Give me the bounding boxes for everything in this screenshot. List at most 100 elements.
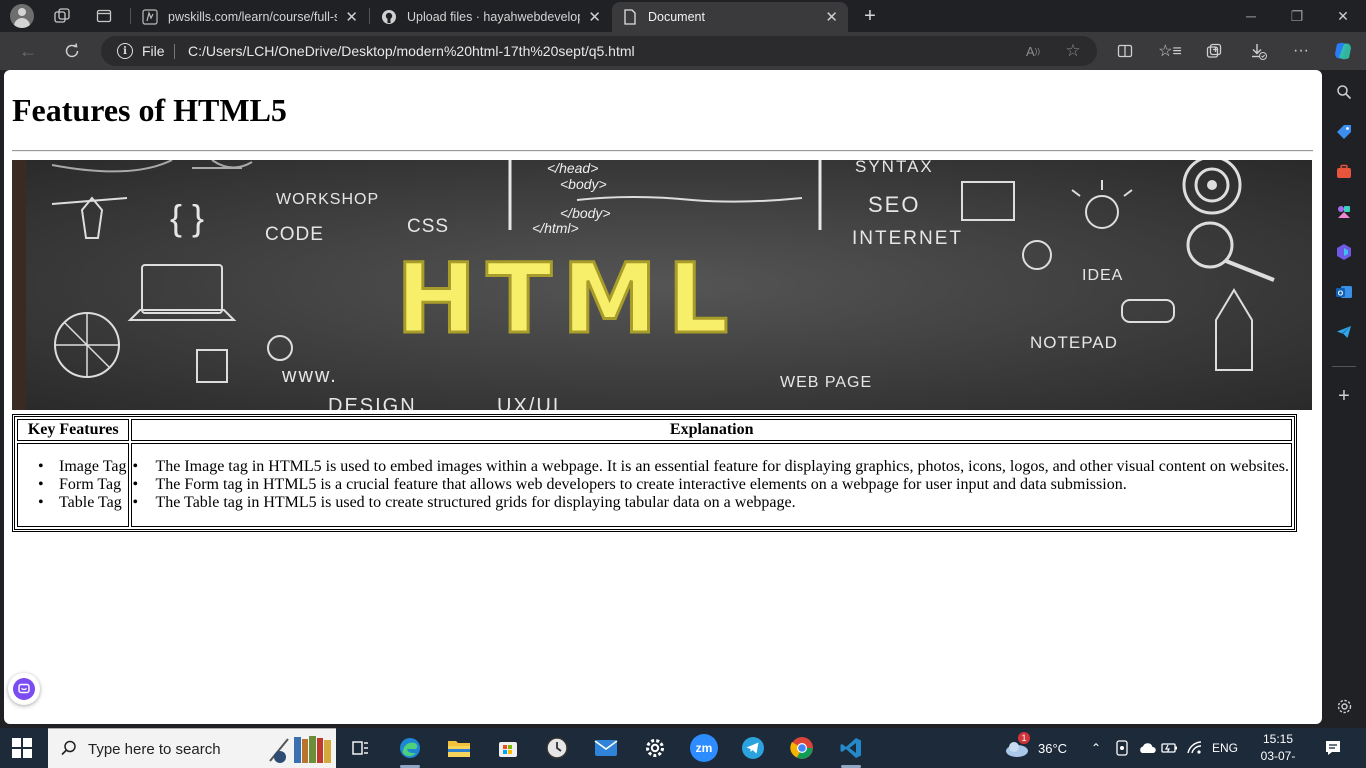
profile-avatar-icon[interactable] [10,4,34,28]
meet-now-icon[interactable] [1115,728,1129,768]
vscode-icon[interactable] [837,734,865,768]
horizontal-rule [12,150,1313,152]
search-icon [60,739,78,762]
weather-widget[interactable]: 1 36°C [1004,728,1067,768]
banner-word-code: CODE [265,224,324,245]
restore-icon[interactable]: ❐ [1274,0,1320,32]
taskbar-search-box[interactable]: Type here to search [48,728,336,768]
tab-document[interactable]: Document ✕ [612,2,848,32]
chat-assistant-bubble[interactable] [8,673,40,705]
windows-taskbar: Type here to search zm 1 36°C ⌃ ENG 15:1… [0,728,1366,768]
tab-close-icon[interactable]: ✕ [825,8,838,26]
banner-word-design: DESIGN [328,395,417,410]
tab-title: Upload files · hayahwebdevelopm [407,10,581,24]
sidebar-settings-gear-icon[interactable] [1334,696,1354,716]
favorites-icon[interactable]: ☆≡ [1157,39,1183,63]
show-hidden-icons-chevron-icon[interactable]: ⌃ [1091,728,1101,768]
key-features-cell: Image Tag Form Tag Table Tag [17,443,130,527]
outlook-icon[interactable]: O [1334,282,1354,302]
banner-word-webpage: WEB PAGE [780,374,872,391]
onedrive-cloud-icon[interactable] [1138,728,1156,768]
title-bar: pwskills.com/learn/course/full-st ✕ Uplo… [0,0,1366,32]
mail-icon[interactable] [592,734,620,762]
clock-time: 15:15 [1262,732,1294,746]
tab-title: Document [648,10,705,24]
table-header-row: Key Features Explanation [17,419,1292,441]
address-bar[interactable]: i File C:/Users/LCH/OneDrive/Desktop/mod… [101,36,1097,66]
add-sidebar-app-icon[interactable]: + [1334,385,1354,407]
header-key-features: Key Features [17,419,130,441]
taskbar-clock[interactable]: 15:15 03-07-2024 [1248,731,1308,768]
search-highlight-books-icon [269,736,331,763]
collections-icon[interactable] [1201,39,1227,63]
minimize-icon[interactable]: ─ [1228,0,1274,32]
banner-code-head: </head> [547,160,598,176]
tab-actions-icon[interactable] [92,4,116,28]
banner-word-syntax: SYNTAX [855,160,934,176]
banner-word-internet: INTERNET [852,228,963,249]
list-item: The Table tag in HTML5 is used to create… [132,494,1289,512]
tools-briefcase-icon[interactable] [1334,162,1354,182]
refresh-icon[interactable] [59,39,85,63]
back-arrow-icon[interactable]: ← [15,39,41,63]
banner-word-idea: IDEA [1082,267,1123,284]
tab-pwskills[interactable]: pwskills.com/learn/course/full-st ✕ [132,2,368,32]
notification-center-icon[interactable] [1324,728,1342,768]
explanation-list: The Image tag in HTML5 is used to embed … [132,458,1289,512]
tab-close-icon[interactable]: ✕ [588,8,601,26]
banner-word-notepad: NOTEPAD [1030,333,1118,352]
settings-more-icon[interactable]: ··· [1288,39,1314,63]
settings-gear-icon[interactable] [641,734,669,762]
task-view-icon[interactable] [346,734,374,762]
banner-word-workshop: WORKSHOP [276,191,379,208]
site-info-icon[interactable]: i [117,43,133,59]
split-screen-icon[interactable] [1112,39,1138,63]
tab-close-icon[interactable]: ✕ [345,8,358,26]
list-item: Form Tag [28,476,126,494]
microsoft-store-icon[interactable] [494,734,522,762]
features-table: Key Features Explanation Image Tag Form … [12,414,1297,532]
m365-icon[interactable] [1334,242,1354,262]
workspaces-icon[interactable] [50,4,74,28]
tab-github-upload[interactable]: Upload files · hayahwebdevelopm ✕ [371,2,611,32]
table-row: Image Tag Form Tag Table Tag The Image t… [17,443,1292,527]
edge-taskbar-icon[interactable] [396,734,424,768]
language-indicator[interactable]: ENG [1212,728,1238,768]
address-url[interactable]: C:/Users/LCH/OneDrive/Desktop/modern%20h… [188,43,635,59]
explanation-cell: The Image tag in HTML5 is used to embed … [131,443,1292,527]
windows-start-icon[interactable] [12,738,32,758]
clock-date: 03-07-2024 [1260,749,1296,768]
games-icon[interactable] [1334,202,1354,222]
file-explorer-icon[interactable] [445,734,473,762]
banner-word-css: CSS [407,216,449,237]
read-aloud-icon[interactable]: A)) [1023,41,1043,61]
github-favicon-icon [381,9,397,25]
banner-word-www: www. [281,365,338,387]
new-tab-icon[interactable]: + [858,4,882,28]
copilot-icon[interactable] [1330,39,1356,63]
favorite-star-icon[interactable]: ☆ [1063,41,1083,61]
pwskills-favicon-icon [142,9,158,25]
chat-smile-icon [13,678,35,700]
battery-power-icon[interactable] [1161,728,1179,768]
banner-word-uxui: UX/UI [497,395,560,410]
weather-badge: 1 [1018,732,1030,744]
list-item: The Form tag in HTML5 is a crucial featu… [132,476,1289,494]
search-icon[interactable] [1334,82,1354,102]
downloads-icon[interactable] [1245,39,1271,63]
telegram-icon[interactable] [739,734,767,762]
key-features-list: Image Tag Form Tag Table Tag [28,458,126,512]
weather-cloud-icon: 1 [1004,732,1030,758]
wifi-icon[interactable] [1187,728,1203,768]
close-window-icon[interactable]: ✕ [1320,0,1366,32]
page-viewport: Features of HTML5 </head> <body> </body>… [4,70,1322,724]
shopping-tag-icon[interactable] [1334,122,1354,142]
search-placeholder: Type here to search [88,741,221,758]
list-item: Image Tag [28,458,126,476]
telegram-send-icon[interactable] [1334,322,1354,342]
weather-temperature: 36°C [1038,740,1068,756]
zoom-app-icon[interactable]: zm [690,734,718,762]
header-explanation: Explanation [131,419,1292,441]
chrome-icon[interactable] [788,734,816,762]
clock-app-icon[interactable] [543,734,571,762]
